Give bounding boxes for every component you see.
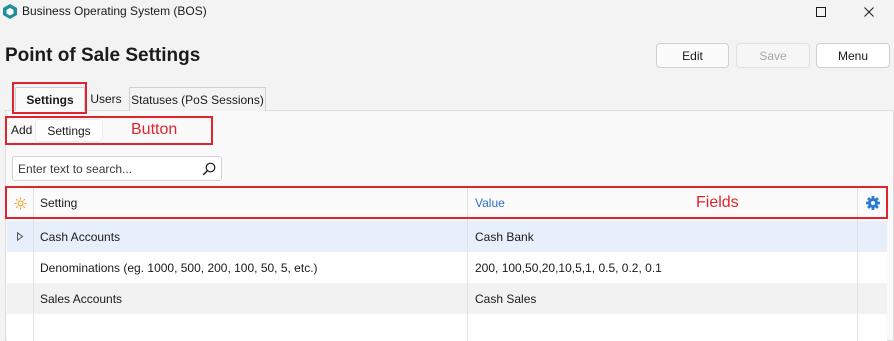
gear-icon: [866, 196, 880, 210]
expand-row-button[interactable]: [13, 221, 27, 252]
column-chooser-button[interactable]: [11, 188, 29, 218]
chevron-right-icon: [17, 232, 24, 241]
table-row[interactable]: Cash Accounts Cash Bank: [7, 221, 887, 252]
page-title: Point of Sale Settings: [5, 45, 201, 66]
tab-users[interactable]: Users: [86, 87, 126, 111]
annotation-label-fields: Fields: [696, 194, 739, 211]
table-row[interactable]: Denominations (eg. 1000, 500, 200, 100, …: [7, 252, 887, 283]
app-logo-icon: [3, 4, 17, 19]
value-cell[interactable]: Cash Sales: [475, 283, 855, 314]
maximize-icon: [816, 7, 826, 17]
column-divider: [467, 188, 468, 341]
value-cell[interactable]: 200, 100,50,20,10,5,1, 0.5, 0.2, 0.1: [475, 252, 855, 283]
tab-statuses-pos-sessions[interactable]: Statuses (PoS Sessions): [129, 87, 266, 111]
setting-cell: Denominations (eg. 1000, 500, 200, 100, …: [40, 260, 318, 275]
search-input[interactable]: [18, 160, 198, 178]
sun-icon: [14, 197, 26, 209]
table-row[interactable]: Sales Accounts Cash Sales: [7, 283, 887, 314]
title-bar: Business Operating System (BOS): [0, 0, 894, 24]
search-icon[interactable]: [202, 162, 216, 176]
maximize-button[interactable]: [798, 0, 844, 24]
column-divider: [33, 188, 34, 341]
search-box: [12, 156, 222, 181]
close-button[interactable]: [846, 0, 892, 24]
setting-cell: Cash Accounts: [40, 229, 121, 244]
save-button[interactable]: Save: [736, 43, 810, 68]
menu-button[interactable]: Menu: [816, 43, 890, 68]
app-window: Business Operating System (BOS) Point of…: [0, 0, 894, 341]
edit-button[interactable]: Edit: [656, 43, 729, 68]
column-header-setting[interactable]: Setting: [40, 188, 460, 218]
grid-settings-button[interactable]: [865, 188, 881, 218]
grid-empty-area: [7, 314, 887, 341]
setting-cell: Sales Accounts: [40, 291, 123, 306]
add-label: Add: [11, 123, 33, 137]
column-header-value[interactable]: Value: [475, 188, 855, 218]
annotation-label-button: Button: [131, 121, 178, 138]
value-cell[interactable]: Cash Bank: [475, 221, 855, 252]
grid-header: Setting Value: [7, 188, 887, 218]
window-title: Business Operating System (BOS): [22, 4, 207, 18]
close-icon: [864, 7, 874, 17]
tab-settings[interactable]: Settings: [15, 87, 85, 111]
column-divider: [857, 188, 858, 341]
add-settings-button[interactable]: Settings: [35, 119, 103, 142]
